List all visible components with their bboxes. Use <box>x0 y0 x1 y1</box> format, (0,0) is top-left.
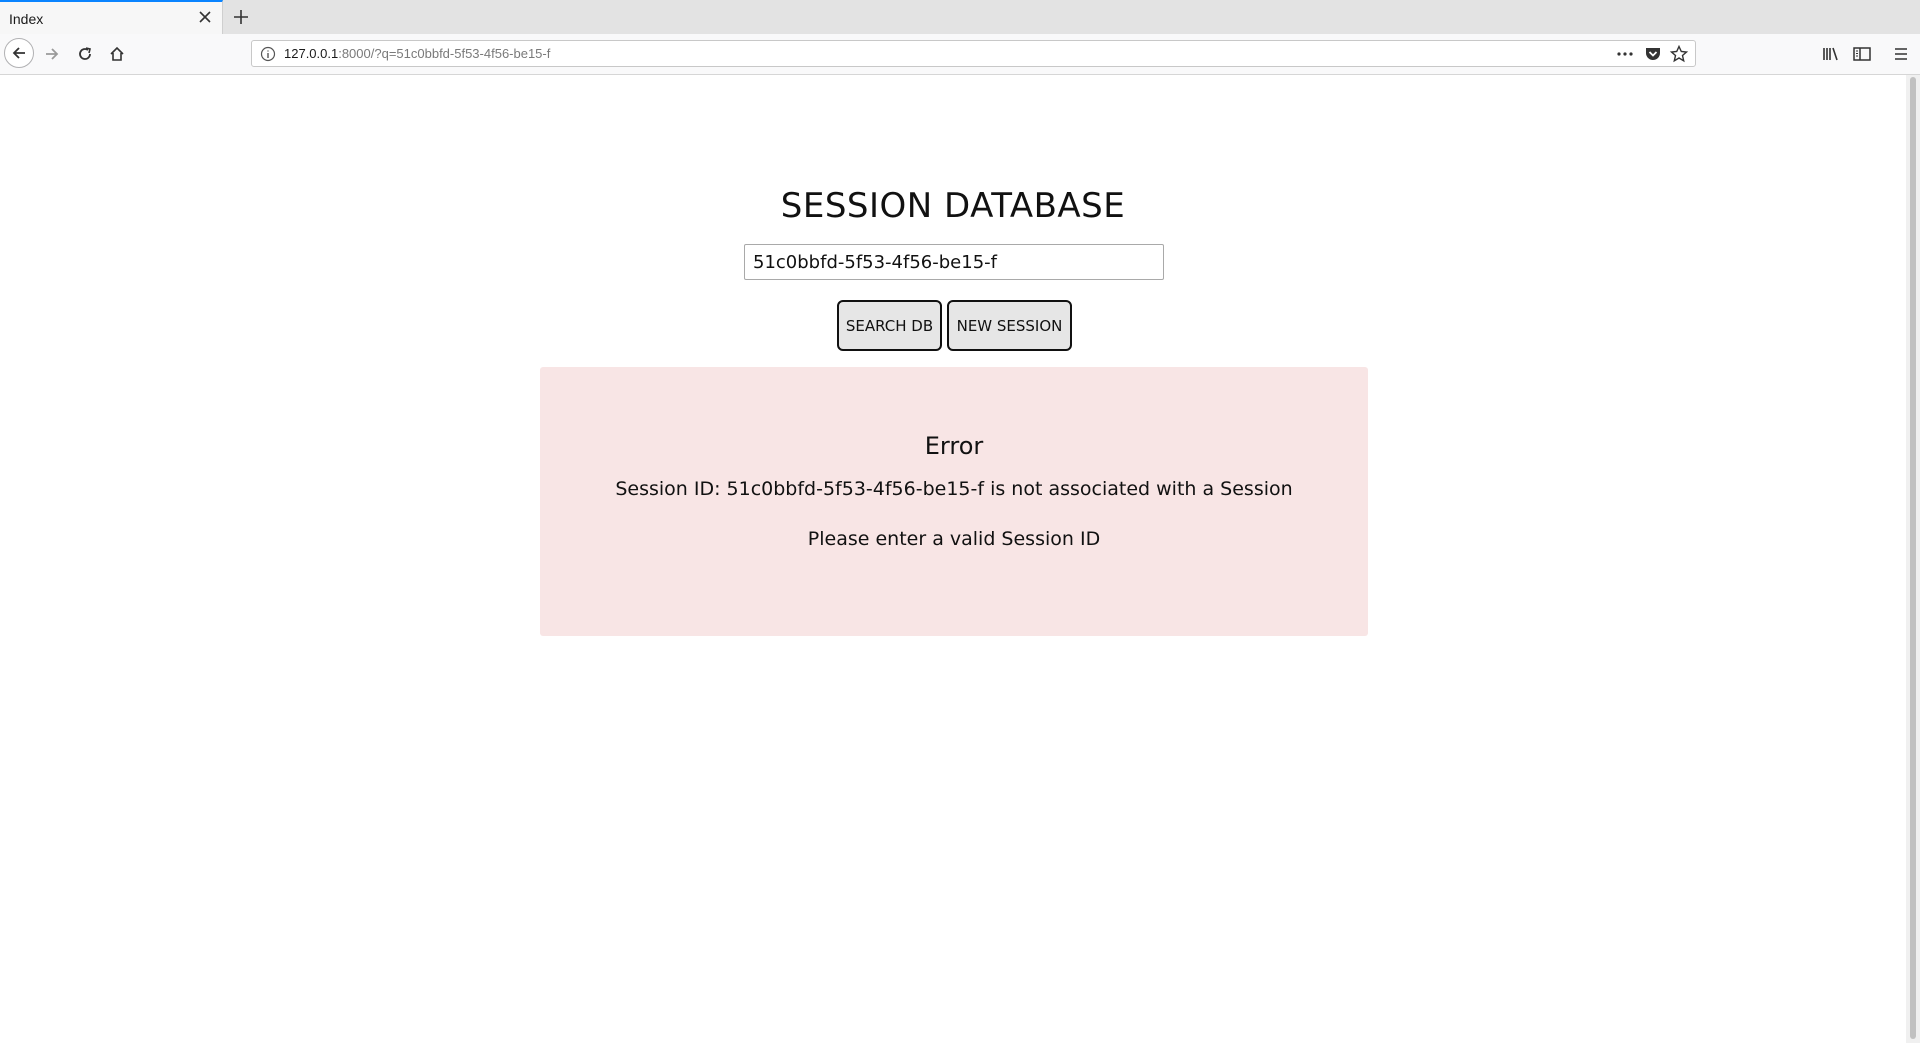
session-id-input[interactable] <box>744 244 1164 280</box>
search-db-button[interactable]: SEARCH DB <box>837 300 942 351</box>
tab-bar: Index <box>0 0 1920 35</box>
reload-button[interactable] <box>70 39 100 69</box>
error-title: Error <box>924 432 984 460</box>
forward-arrow-icon <box>46 48 59 60</box>
page-content: SESSION DATABASE SEARCH DB NEW SESSION E… <box>0 75 1906 1043</box>
home-icon <box>110 46 124 61</box>
url-text[interactable]: 127.0.0.1:8000/?q=51c0bbfd-5f53-4f56-be1… <box>284 46 550 61</box>
page-scrollbar[interactable] <box>1906 75 1920 1043</box>
back-button[interactable] <box>4 38 34 68</box>
pocket-icon[interactable] <box>1643 45 1663 63</box>
bookmark-star-icon[interactable] <box>1669 45 1689 63</box>
url-path: :8000/?q=51c0bbfd-5f53-4f56-be15-f <box>338 46 551 61</box>
error-hint: Please enter a valid Session ID <box>807 528 1101 550</box>
page-title: SESSION DATABASE <box>780 186 1126 226</box>
error-panel: Error Session ID: 51c0bbfd-5f53-4f56-be1… <box>540 367 1368 636</box>
scrollbar-thumb[interactable] <box>1910 77 1916 1039</box>
tab-title: Index <box>9 11 44 27</box>
tab-index[interactable]: Index <box>0 0 223 34</box>
info-icon[interactable] <box>260 46 276 62</box>
close-icon[interactable] <box>196 8 214 26</box>
more-actions-icon[interactable] <box>1615 45 1635 63</box>
menu-icon[interactable] <box>1890 43 1912 65</box>
back-arrow-icon <box>12 47 25 59</box>
new-session-button[interactable]: NEW SESSION <box>947 300 1072 351</box>
home-button[interactable] <box>102 39 132 69</box>
reload-icon <box>79 47 91 60</box>
library-icon[interactable] <box>1820 43 1842 65</box>
sidebar-icon[interactable] <box>1851 43 1873 65</box>
url-host: 127.0.0.1 <box>284 46 339 61</box>
error-message: Session ID: 51c0bbfd-5f53-4f56-be15-f is… <box>615 478 1293 500</box>
new-tab-icon[interactable] <box>230 6 252 28</box>
url-bar[interactable]: 127.0.0.1:8000/?q=51c0bbfd-5f53-4f56-be1… <box>251 40 1696 67</box>
forward-button[interactable] <box>37 39 67 69</box>
